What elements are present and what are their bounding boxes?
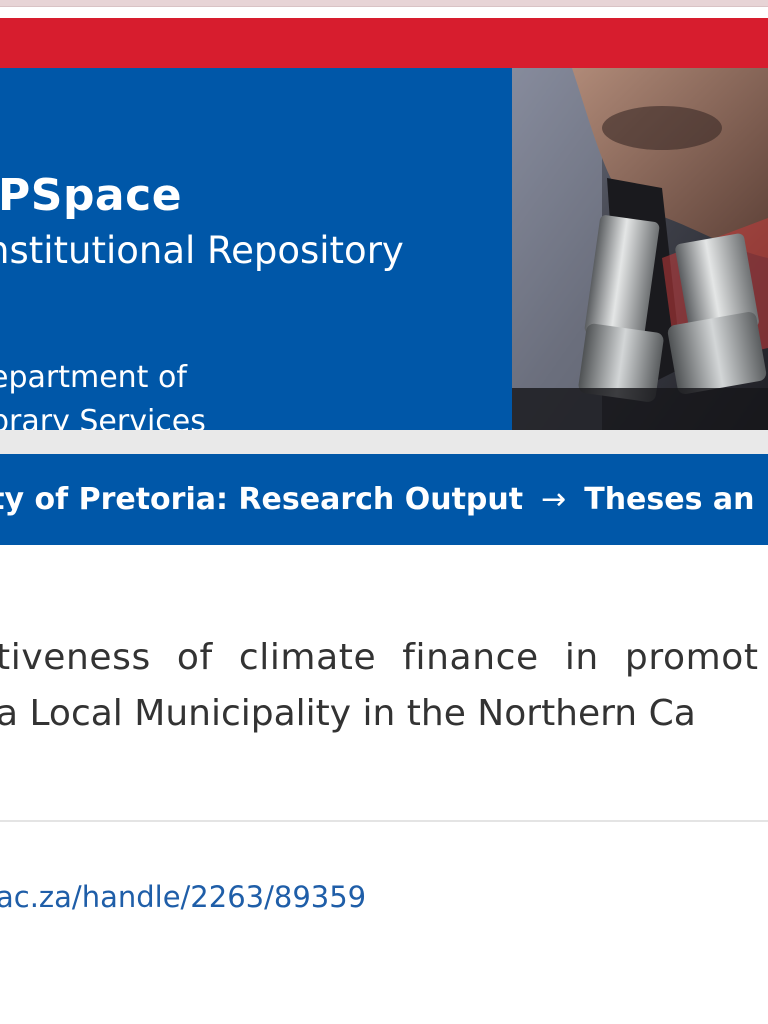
- banner-spacer: [0, 430, 768, 454]
- breadcrumb-item-research-output[interactable]: sity of Pretoria: Research Output: [0, 482, 523, 517]
- site-brand[interactable]: PSpace: [0, 174, 182, 218]
- microscope-image: [512, 68, 768, 430]
- breadcrumb-trail: sity of Pretoria: Research Output → Theses…: [0, 482, 755, 518]
- red-header-bar: [0, 18, 768, 68]
- section-divider: [0, 820, 768, 822]
- breadcrumb-separator-icon: →: [541, 482, 567, 517]
- microscope-photo: [512, 68, 768, 430]
- item-title-line-2: a Local Municipality in the Northern Ca: [0, 693, 696, 734]
- site-subtitle: nstitutional Repository: [0, 229, 404, 272]
- item-title: tiveness of climate finance in promot a …: [0, 630, 768, 742]
- site-banner[interactable]: PSpace nstitutional Repository epartment…: [0, 68, 512, 439]
- breadcrumb-item-theses[interactable]: Theses an: [584, 482, 754, 517]
- department-line-1: epartment of: [0, 360, 187, 395]
- browser-top-edge: [0, 0, 768, 7]
- item-uri-link[interactable]: ac.za/handle/2263/89359: [0, 880, 366, 914]
- page: PSpace nstitutional Repository epartment…: [0, 0, 768, 1024]
- breadcrumb: sity of Pretoria: Research Output → Theses…: [0, 454, 768, 545]
- item-title-line-1: tiveness of climate finance in promot: [0, 637, 759, 678]
